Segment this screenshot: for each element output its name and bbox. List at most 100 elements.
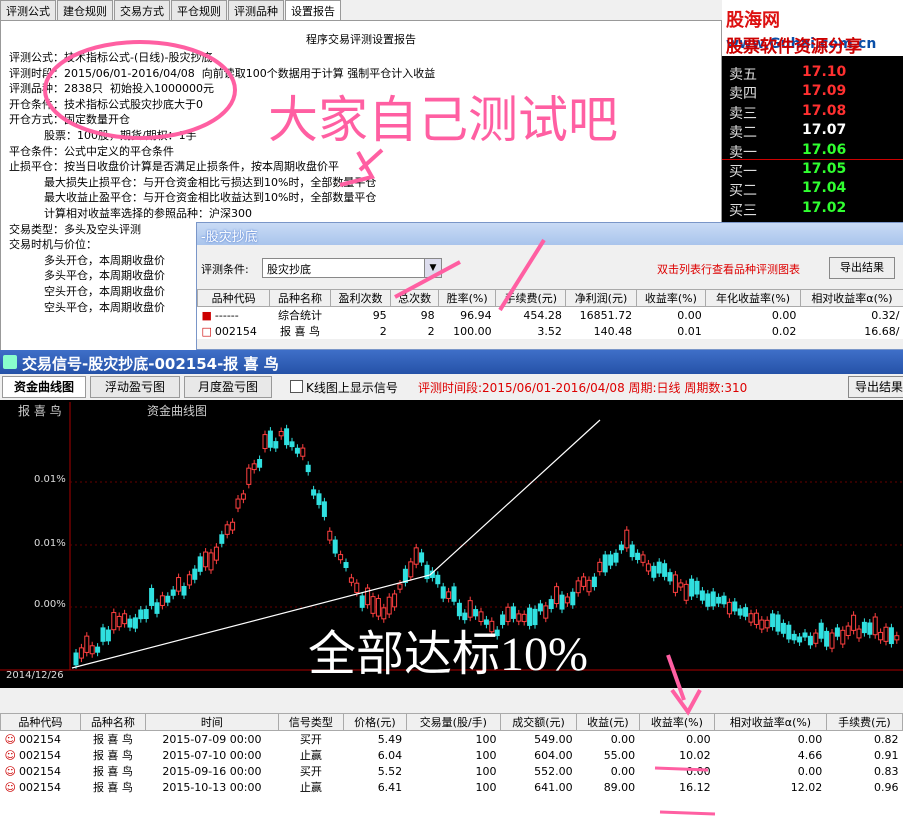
column-header[interactable]: 胜率(%) — [438, 289, 497, 307]
quote-row: 买三 17.02 — [727, 200, 897, 219]
quote-row: 买一 17.05 — [727, 161, 897, 180]
cell-text: 6.04 — [377, 748, 403, 762]
candle-body — [791, 633, 797, 641]
table-cell: ■ ------ — [198, 307, 270, 324]
tab-trade-mode[interactable]: 交易方式 — [114, 0, 170, 20]
candle-body — [78, 647, 84, 659]
table-cell: 0.00 — [577, 763, 640, 779]
show-signals-checkbox[interactable] — [290, 380, 303, 393]
table-cell: 95 — [330, 307, 390, 324]
candle-body — [586, 579, 592, 593]
column-header[interactable]: 相对收益率α(%) — [799, 289, 903, 307]
tab-equity-curve[interactable]: 资金曲线图 — [2, 376, 86, 398]
column-header[interactable]: 时间 — [145, 713, 279, 731]
table-cell: 0.83 — [826, 763, 902, 779]
candle-body — [278, 431, 284, 437]
table-cell: 4.66 — [715, 747, 827, 763]
column-header[interactable]: 相对收益率α(%) — [714, 713, 827, 731]
cell-text: 0.00 — [686, 764, 711, 778]
column-header[interactable]: 收益率(%) — [635, 289, 707, 307]
cell-text: 2 — [379, 324, 387, 338]
candle-body — [111, 612, 117, 631]
condition-label: 评测条件: — [201, 263, 249, 276]
column-header[interactable]: 品种名称 — [79, 713, 147, 731]
candle-body — [413, 547, 419, 565]
candle-body — [240, 493, 246, 500]
table-row[interactable]: ■ ------ 综合统计 95 98 96.94 454.28 16851.72 0.00 0.… — [198, 307, 903, 324]
quote-row: 买二 17.04 — [727, 180, 897, 199]
tab-monthly-pnl[interactable]: 月度盈亏图 — [184, 376, 272, 398]
candle-body — [143, 609, 149, 619]
candle-body — [397, 583, 403, 590]
column-header[interactable]: 成交额(元) — [499, 713, 578, 731]
table-cell: 2 — [391, 323, 439, 339]
table-cell: 12.02 — [715, 779, 827, 795]
condition-value: 股灾抄底 — [267, 263, 311, 276]
table-cell: 100 — [406, 731, 500, 748]
column-header[interactable]: 收益率(%) — [638, 713, 716, 731]
report-line: 评测时段：2015/06/01-2016/04/08 向前读取100个数据用于计… — [9, 66, 436, 80]
candle-body — [748, 613, 754, 623]
table-row[interactable]: □ 002154 报 喜 鸟 2 2 100.00 3.52 140.48 0.01 0.02 16… — [198, 323, 903, 339]
column-header[interactable]: 品种代码 — [196, 289, 271, 307]
candle-body — [818, 622, 824, 639]
column-header[interactable]: 年化收益率(%) — [705, 289, 801, 307]
candle-body — [883, 626, 889, 642]
column-header[interactable]: 总次数 — [390, 289, 440, 307]
column-header[interactable]: 信号类型 — [277, 713, 345, 731]
cell-text: 140.48 — [593, 324, 633, 338]
candle-body — [613, 552, 619, 563]
column-header[interactable]: 手续费(元) — [495, 289, 567, 307]
column-header[interactable]: 收益(元) — [576, 713, 640, 731]
trade-export-button[interactable]: 导出结果 — [848, 376, 903, 398]
tab-formula[interactable]: 评测公式 — [0, 0, 56, 20]
table-cell: 2015-07-10 00:00 — [146, 747, 278, 763]
annotation-middle: 全部达标10% — [308, 628, 588, 681]
table-row[interactable]: ☺ 002154 报 喜 鸟 2015-09-16 00:00 买开 5.52 100 552… — [1, 763, 903, 779]
table-cell: 2015-07-09 00:00 — [146, 731, 278, 748]
quote-label: 卖二 — [729, 125, 757, 142]
tab-symbols[interactable]: 评测品种 — [228, 0, 284, 20]
table-row[interactable]: ☺ 002154 报 喜 鸟 2015-07-10 00:00 止赢 6.04 100 604… — [1, 747, 903, 763]
column-header[interactable]: 手续费(元) — [825, 713, 903, 731]
candle-body — [618, 544, 624, 551]
table-cell: 0.00 — [639, 763, 714, 779]
tab-report[interactable]: 设置报告 — [285, 0, 341, 20]
table-row[interactable]: ☺ 002154 报 喜 鸟 2015-07-09 00:00 买开 5.49 100 549… — [1, 731, 903, 748]
table-cell: 5.52 — [344, 763, 407, 779]
row-status-icon: ☺ — [4, 764, 16, 778]
candle-body — [732, 601, 738, 612]
row-status-icon: ☺ — [4, 780, 16, 794]
column-header[interactable]: 盈利次数 — [329, 289, 392, 307]
candle-body — [537, 603, 543, 612]
candle-body — [861, 621, 867, 634]
top-tab-bar: 评测公式 建仓规则 交易方式 平仓规则 评测品种 设置报告 — [0, 0, 360, 21]
candle-body — [716, 596, 722, 604]
condition-select[interactable]: 股灾抄底 ▼ — [262, 258, 442, 278]
table-row[interactable]: ☺ 002154 报 喜 鸟 2015-10-13 00:00 止赢 6.41 100 641… — [1, 779, 903, 795]
candle-body — [656, 561, 662, 574]
column-header[interactable]: 价格(元) — [343, 713, 407, 731]
report-line: 计算相对收益率选择的参照品种：沪深300 — [9, 206, 252, 220]
column-header[interactable]: 净利润(元) — [565, 289, 637, 307]
dialog-export-button[interactable]: 导出结果 — [829, 257, 895, 279]
candle-body — [354, 582, 360, 593]
tab-floating-pnl[interactable]: 浮动盈亏图 — [90, 376, 180, 398]
column-header[interactable]: 交易量(股/手) — [405, 713, 502, 731]
tab-close-rule[interactable]: 平仓规则 — [171, 0, 227, 20]
candle-body — [845, 625, 851, 636]
column-header[interactable]: 品种名称 — [269, 289, 331, 307]
candle-body — [273, 441, 279, 449]
candle-body — [197, 556, 203, 572]
candle-body — [73, 652, 79, 666]
candle-body — [138, 609, 144, 620]
chevron-down-icon[interactable]: ▼ — [424, 259, 441, 277]
candle-body — [608, 554, 614, 566]
cell-text: 综合统计 — [278, 309, 323, 322]
candle-body — [888, 627, 894, 645]
trade-title: 交易信号-股灾抄底-002154-报 喜 鸟 — [22, 355, 279, 373]
table-cell: 报 喜 鸟 — [80, 763, 146, 779]
column-header[interactable]: 品种代码 — [0, 713, 81, 731]
tab-open-rule[interactable]: 建仓规则 — [57, 0, 113, 20]
cell-text: 16.68/ — [864, 324, 900, 338]
